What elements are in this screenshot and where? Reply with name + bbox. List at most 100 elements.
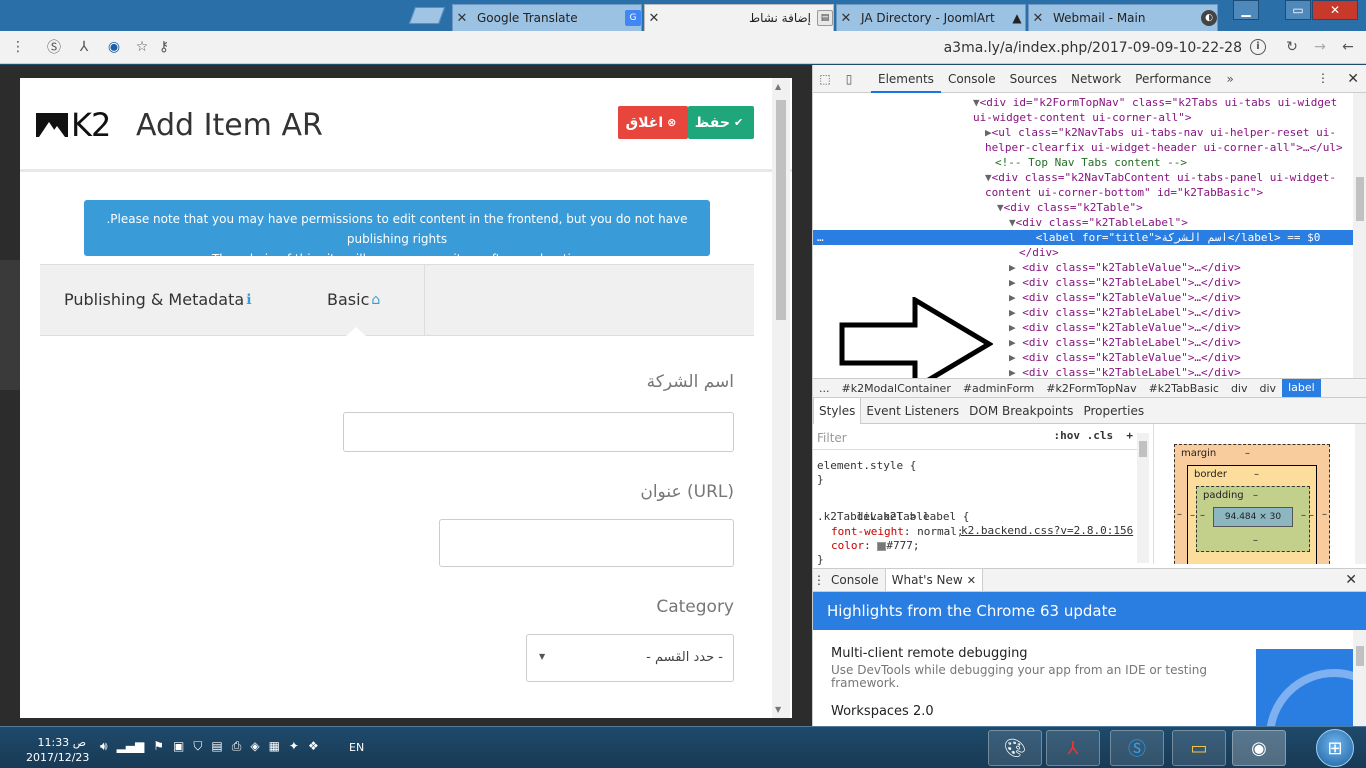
scroll-down-icon[interactable]: ▼ bbox=[775, 705, 781, 714]
address-bar[interactable]: a3ma.ly/a/index.php/2017-09-09-10-22-28 … bbox=[132, 35, 1274, 60]
dom-line[interactable]: ▶ <div class="k2TableLabel">…</div> bbox=[1009, 335, 1353, 350]
dom-line[interactable]: ▼<div id="k2FormTopNav" class="k2Tabs ui… bbox=[973, 95, 1353, 110]
more-tabs-icon[interactable]: » bbox=[1218, 72, 1242, 86]
minimize-button[interactable]: ▁ bbox=[1233, 0, 1259, 20]
crumb-form-top-nav[interactable]: #k2FormTopNav bbox=[1040, 382, 1142, 395]
dom-line[interactable]: ▶ <div class="k2TableValue">…</div> bbox=[1009, 260, 1353, 275]
close-button[interactable]: اغلاق ⊗ bbox=[618, 106, 688, 139]
news-title[interactable]: Workspaces 2.0 bbox=[831, 704, 934, 719]
action-center-flag-icon[interactable]: ⚑ bbox=[153, 739, 164, 754]
tab-properties[interactable]: Properties bbox=[1078, 398, 1149, 424]
crumb-modal-container[interactable]: #k2ModalContainer bbox=[836, 382, 957, 395]
extension-pdf-icon[interactable]: ⅄ bbox=[72, 35, 96, 59]
tab-add-activity[interactable]: ✕ إضافة نشاط ▤ bbox=[644, 4, 834, 31]
crumb-label[interactable]: label bbox=[1282, 379, 1321, 397]
url-input[interactable] bbox=[439, 519, 734, 567]
dom-line[interactable]: </div> bbox=[1019, 245, 1353, 260]
tray-app-icon[interactable]: ▤ bbox=[211, 739, 222, 754]
device-toolbar-icon[interactable]: ▯ bbox=[837, 72, 861, 86]
tab-styles[interactable]: Styles bbox=[813, 397, 862, 424]
dom-line[interactable]: ▶<ul class="k2NavTabs ui-tabs-nav ui-hel… bbox=[985, 125, 1353, 140]
printer-icon[interactable]: ⎙ bbox=[232, 739, 242, 754]
reload-icon[interactable]: ↻ bbox=[1280, 35, 1304, 59]
shield-icon[interactable]: ⛉ bbox=[193, 739, 202, 754]
devtools-close-icon[interactable]: ✕ bbox=[1347, 71, 1359, 87]
drawer-close-icon[interactable]: ✕ bbox=[1345, 572, 1357, 588]
crumb-admin-form[interactable]: #adminForm bbox=[957, 382, 1040, 395]
hov-cls-toggle[interactable]: :hov .cls + bbox=[1054, 429, 1133, 442]
extension-s-icon[interactable]: Ⓢ bbox=[42, 35, 66, 59]
dom-line[interactable]: ▶ <div class="k2TableValue">…</div> bbox=[1009, 350, 1353, 365]
info-icon[interactable]: i bbox=[1250, 39, 1266, 55]
window-close-button[interactable]: ✕ bbox=[1312, 0, 1358, 20]
crumb-tab-basic[interactable]: #k2TabBasic bbox=[1143, 382, 1225, 395]
box-model-padding[interactable]: padding – – – – 94.484 × 30 bbox=[1196, 486, 1310, 552]
tray-app-icon[interactable]: ▦ bbox=[269, 739, 280, 754]
dom-line[interactable]: ▼<div class="k2Table"> bbox=[997, 200, 1353, 215]
taskbar-skype-icon[interactable]: Ⓢ bbox=[1110, 730, 1164, 766]
tab-network[interactable]: Network bbox=[1064, 65, 1128, 93]
drawer-menu-icon[interactable]: ⋮ bbox=[813, 573, 825, 587]
element-style-rule[interactable]: element.style { bbox=[817, 459, 916, 473]
tab-ja-directory[interactable]: ✕ JA Directory - JoomlArt ▲ bbox=[836, 4, 1026, 31]
taskbar-paint-icon[interactable]: 🎨︎ bbox=[988, 730, 1042, 766]
menu-kebab-icon[interactable]: ⋮ bbox=[6, 35, 30, 59]
tab-google-translate[interactable]: ✕ Google Translate G bbox=[452, 4, 642, 31]
dom-line[interactable]: ▶ <div class="k2TableLabel">…</div> bbox=[1009, 305, 1353, 320]
crumb-div[interactable]: div bbox=[1225, 382, 1254, 395]
tray-app-icon[interactable]: ◈ bbox=[250, 739, 259, 754]
taskbar-folder-icon[interactable]: ▭ bbox=[1172, 730, 1226, 766]
drawer-tab-console[interactable]: Console bbox=[825, 569, 885, 591]
dom-line[interactable]: ▶ <div class="k2TableLabel">…</div> bbox=[1009, 365, 1353, 378]
language-indicator[interactable]: EN bbox=[349, 741, 364, 754]
dom-line[interactable]: ▶ <div class="k2TableValue">…</div> bbox=[1009, 290, 1353, 305]
start-button[interactable]: ⊞ bbox=[1316, 729, 1354, 767]
extension-globe-icon[interactable]: ◉ bbox=[102, 35, 126, 59]
dom-line[interactable]: ▶ <div class="k2TableLabel">…</div> bbox=[1009, 275, 1353, 290]
forward-icon[interactable]: → bbox=[1308, 35, 1332, 59]
tray-app-icon[interactable]: ❖ bbox=[308, 739, 319, 754]
css-property-color[interactable]: color: #777; bbox=[831, 539, 920, 553]
back-icon[interactable]: ← bbox=[1336, 35, 1360, 59]
tray-app-icon[interactable]: ▣ bbox=[173, 739, 184, 754]
dom-line[interactable]: ui-widget-content ui-corner-all"> bbox=[973, 110, 1353, 125]
new-tab-button[interactable] bbox=[408, 7, 446, 24]
network-signal-icon[interactable]: ▂▄▆ bbox=[117, 739, 145, 754]
scroll-up-icon[interactable]: ▲ bbox=[775, 82, 781, 91]
tab-webmail[interactable]: ✕ Webmail - Main ◐ bbox=[1028, 4, 1218, 31]
tab-sources[interactable]: Sources bbox=[1003, 65, 1064, 93]
news-title[interactable]: Multi-client remote debugging bbox=[831, 646, 1028, 661]
box-model-border[interactable]: border – – – padding – – – – 94.484 × 30 bbox=[1187, 465, 1317, 564]
tab-dom-breakpoints[interactable]: DOM Breakpoints bbox=[964, 398, 1078, 424]
company-name-input[interactable] bbox=[343, 412, 734, 452]
box-model-content[interactable]: 94.484 × 30 bbox=[1213, 507, 1293, 527]
crumb-ellipsis[interactable]: ... bbox=[813, 382, 836, 395]
styles-scrollbar[interactable] bbox=[1137, 433, 1149, 563]
css-property-font-weight[interactable]: font-weight: normal; bbox=[831, 525, 963, 539]
tab-basic[interactable]: Basic ⌂ bbox=[327, 290, 380, 309]
taskbar-acrobat-icon[interactable]: ⅄ bbox=[1046, 730, 1100, 766]
dom-line[interactable]: ▼<div class="k2TableLabel"> bbox=[1009, 215, 1353, 230]
clock[interactable]: 11:33 ص 2017/12/23 bbox=[26, 735, 89, 765]
styles-filter-input[interactable]: Filter :hov .cls + bbox=[813, 424, 1137, 450]
box-model-scrollbar[interactable] bbox=[1355, 424, 1366, 564]
close-icon[interactable]: ✕ bbox=[453, 11, 471, 26]
close-icon[interactable]: ✕ bbox=[1029, 11, 1047, 26]
tab-publishing-metadata[interactable]: Publishing & Metadata ℹ bbox=[64, 290, 252, 309]
tab-console[interactable]: Console bbox=[941, 65, 1003, 93]
drawer-tab-whats-new[interactable]: What's New ✕ bbox=[884, 569, 983, 591]
box-model-margin[interactable]: margin – – – border – – – padding – – – … bbox=[1174, 444, 1330, 564]
rule-selector-2[interactable]: .k2TableLabel > label { bbox=[817, 510, 969, 524]
dom-line[interactable]: content ui-corner-bottom" id="k2TabBasic… bbox=[985, 185, 1353, 200]
tab-event-listeners[interactable]: Event Listeners bbox=[861, 398, 964, 424]
scroll-thumb[interactable] bbox=[776, 100, 786, 320]
crumb-div[interactable]: div bbox=[1254, 382, 1283, 395]
rule-selector[interactable]: div.k2Table k2.backend.css?v=2.8.0:156 bbox=[817, 496, 1137, 537]
maximize-button[interactable]: ▭ bbox=[1285, 0, 1311, 20]
volume-icon[interactable]: 🔊︎ bbox=[100, 739, 108, 754]
close-icon[interactable]: ✕ bbox=[645, 11, 663, 26]
selected-dom-line[interactable]: … <label for="title">اسم الشركة</label> =… bbox=[813, 230, 1353, 245]
tab-elements[interactable]: Elements bbox=[871, 65, 941, 93]
close-icon[interactable]: ✕ bbox=[967, 574, 976, 587]
css-source-link[interactable]: k2.backend.css?v=2.8.0:156 bbox=[961, 524, 1133, 538]
